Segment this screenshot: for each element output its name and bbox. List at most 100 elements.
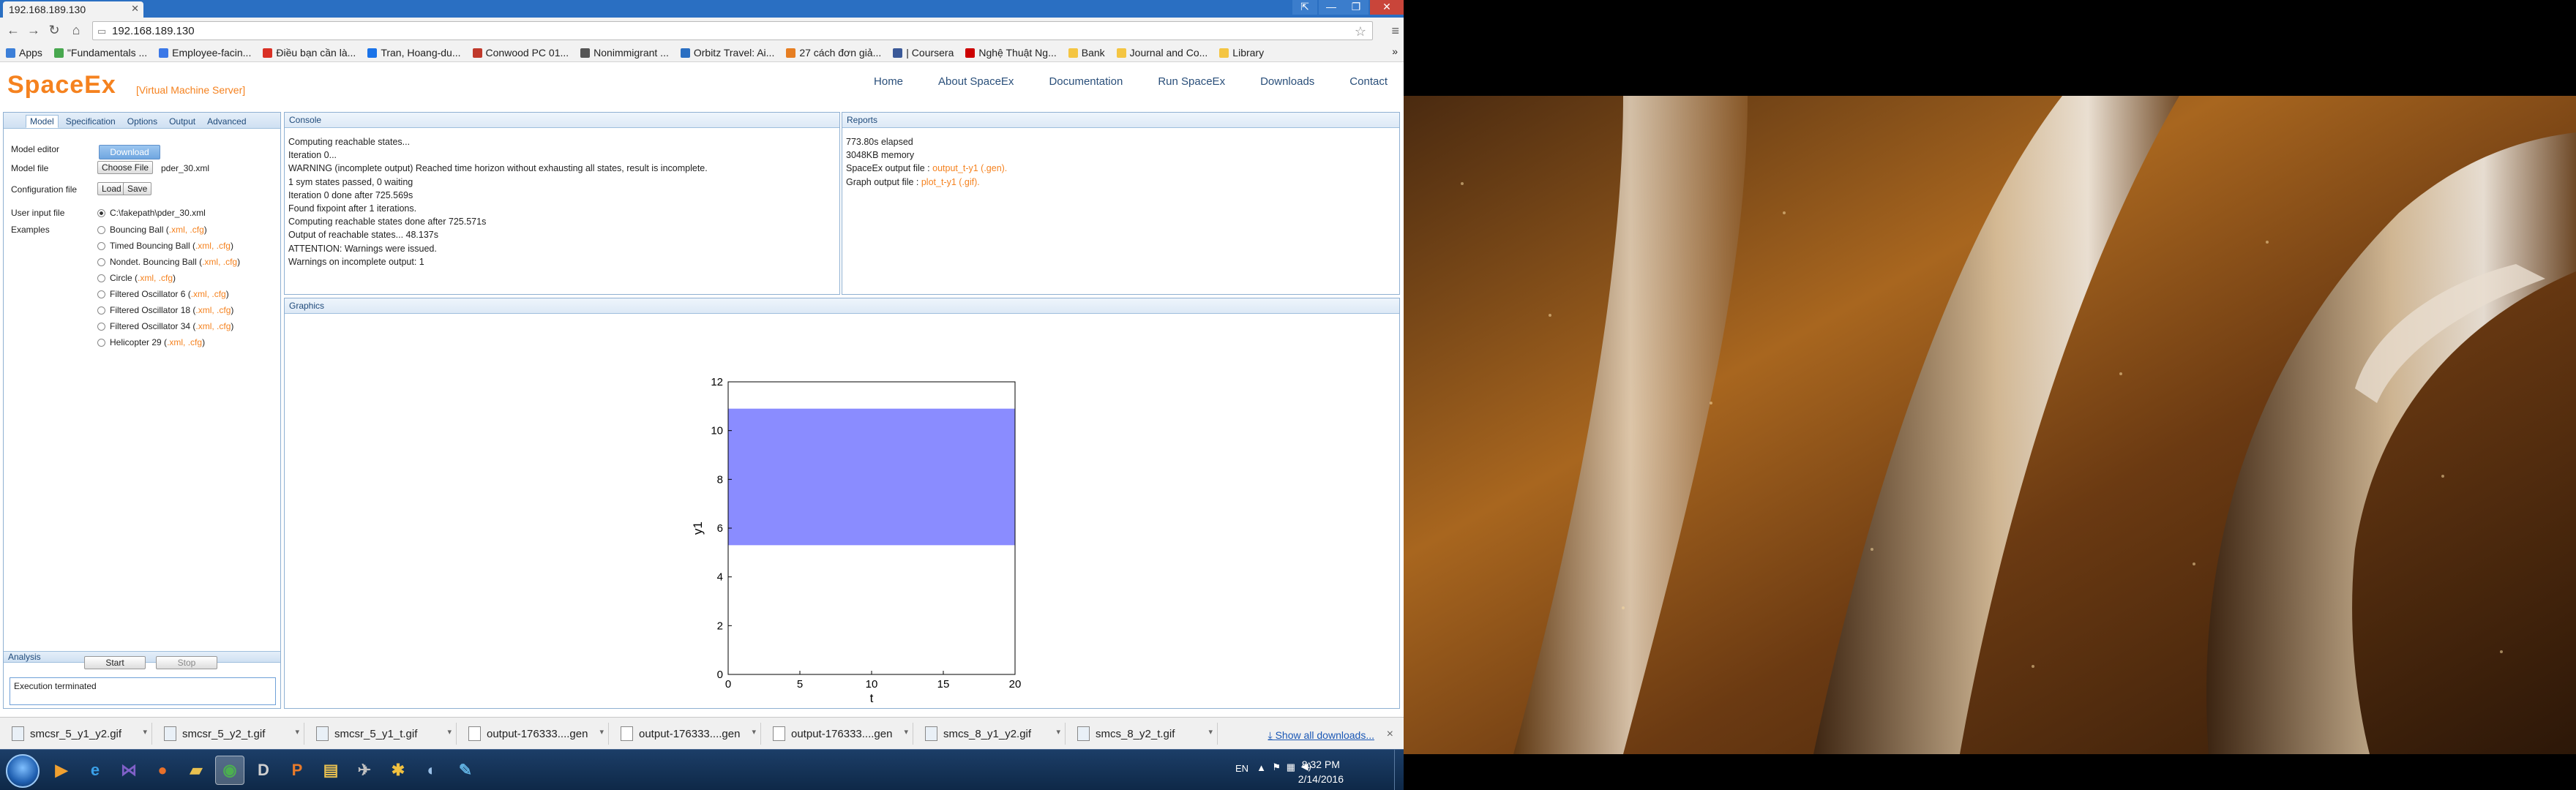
radio-icon[interactable] xyxy=(97,257,105,266)
download-item[interactable]: smcs_8_y2_t.gif ▾ xyxy=(1071,723,1218,745)
bookmark-item[interactable]: Journal and Co... xyxy=(1116,47,1208,59)
action-center-icon[interactable]: ⚑ xyxy=(1272,761,1281,773)
download-item[interactable]: smcsr_5_y2_t.gif ▾ xyxy=(158,723,304,745)
bookmark-item[interactable]: Nghệ Thuật Ng... xyxy=(965,47,1057,59)
example-links[interactable]: .xml, .cfg xyxy=(195,321,231,331)
load-button[interactable]: Load xyxy=(97,182,126,195)
clock[interactable]: 8:32 PM 2/14/2016 xyxy=(1298,757,1344,786)
star-icon[interactable]: ☆ xyxy=(1355,22,1366,41)
file-explorer-icon[interactable]: ▰ xyxy=(181,756,211,785)
user-icon[interactable]: ⇱ xyxy=(1292,0,1317,15)
download-item[interactable]: smcs_8_y1_y2.gif ▾ xyxy=(919,723,1066,745)
tray-expand-icon[interactable]: ▲ xyxy=(1257,762,1266,773)
bookmark-item[interactable]: Employee-facin... xyxy=(159,47,251,59)
media-player-icon[interactable]: ▶ xyxy=(47,756,76,785)
download-button[interactable]: Download xyxy=(99,145,160,159)
show-all-downloads-link[interactable]: ⤓ Show all downloads... xyxy=(1268,729,1375,742)
language-indicator[interactable]: EN xyxy=(1235,763,1248,774)
tab-options[interactable]: Options xyxy=(123,115,162,128)
bookmark-item[interactable]: Bank xyxy=(1068,47,1105,59)
paint-tool-icon[interactable]: ✎ xyxy=(451,756,480,785)
network-tool-icon[interactable]: ✱ xyxy=(383,756,413,785)
tab-output[interactable]: Output xyxy=(165,115,200,128)
stop-button[interactable]: Stop xyxy=(156,656,217,669)
download-menu-icon[interactable]: ▾ xyxy=(447,727,452,737)
radio-icon[interactable] xyxy=(97,290,105,298)
download-menu-icon[interactable]: ▾ xyxy=(295,727,299,737)
radio-icon[interactable] xyxy=(97,322,105,331)
maximize-button[interactable]: ❐ xyxy=(1344,0,1368,15)
radio-icon[interactable] xyxy=(97,241,105,250)
nav-link-downloads[interactable]: Downloads xyxy=(1260,75,1314,88)
folders-icon[interactable]: ▤ xyxy=(316,756,345,785)
start-button[interactable] xyxy=(6,754,40,788)
bookmarks-more-icon[interactable]: » xyxy=(1392,45,1398,57)
example-links[interactable]: .xml, .cfg xyxy=(191,289,226,299)
nav-link-contact[interactable]: Contact xyxy=(1349,75,1388,88)
bookmark-item[interactable]: | Coursera xyxy=(893,47,954,59)
download-menu-icon[interactable]: ▾ xyxy=(143,727,147,737)
radio-icon[interactable] xyxy=(97,306,105,315)
user-input-option[interactable]: C:\fakepath\pder_30.xml xyxy=(97,208,206,218)
save-button[interactable]: Save xyxy=(123,182,152,195)
example-item[interactable]: Filtered Oscillator 6 (.xml, .cfg) xyxy=(97,289,229,299)
internet-explorer-icon[interactable]: e xyxy=(80,756,110,785)
download-menu-icon[interactable]: ▾ xyxy=(752,727,756,737)
example-links[interactable]: .xml, .cfg xyxy=(202,257,237,267)
download-item[interactable]: smcsr_5_y1_t.gif ▾ xyxy=(310,723,457,745)
nav-link-about-spaceex[interactable]: About SpaceEx xyxy=(938,75,1014,88)
chrome-icon[interactable]: ◉ xyxy=(215,756,244,785)
example-links[interactable]: .xml, .cfg xyxy=(195,241,231,251)
spaceex-output-link[interactable]: output_t-y1 (.gen). xyxy=(932,163,1007,173)
example-links[interactable]: .xml, .cfg xyxy=(138,273,173,283)
bookmark-item[interactable]: Apps xyxy=(6,47,42,59)
start-button[interactable]: Start xyxy=(84,656,146,669)
example-item[interactable]: Timed Bouncing Ball (.xml, .cfg) xyxy=(97,241,233,251)
tab-model[interactable]: Model xyxy=(26,115,59,128)
forward-icon[interactable]: → xyxy=(25,23,42,38)
radio-icon[interactable] xyxy=(97,225,105,234)
network-icon[interactable]: ▦ xyxy=(1287,761,1295,773)
vm-tool-icon[interactable]: ✈ xyxy=(350,756,379,785)
example-item[interactable]: Circle (.xml, .cfg) xyxy=(97,273,176,283)
download-item[interactable]: output-176333....gen ▾ xyxy=(767,723,913,745)
tab-close-icon[interactable]: ✕ xyxy=(131,3,139,15)
example-item[interactable]: Bouncing Ball (.xml, .cfg) xyxy=(97,225,207,235)
bookmark-item[interactable]: Conwood PC 01... xyxy=(472,47,569,59)
download-bar-close-icon[interactable]: × xyxy=(1387,728,1393,741)
close-window-button[interactable]: ✕ xyxy=(1370,0,1404,15)
home-icon[interactable]: ⌂ xyxy=(67,23,85,38)
tab-advanced[interactable]: Advanced xyxy=(203,115,250,128)
browser-tab[interactable]: 192.168.189.130 ✕ xyxy=(3,1,143,18)
choose-file-button[interactable]: Choose File xyxy=(97,161,154,174)
download-item[interactable]: output-176333....gen ▾ xyxy=(463,723,609,745)
bookmark-item[interactable]: "Fundamentals ... xyxy=(53,47,147,59)
example-item[interactable]: Nondet. Bouncing Ball (.xml, .cfg) xyxy=(97,257,240,267)
example-links[interactable]: .xml, .cfg xyxy=(167,337,202,347)
dxg-tool-icon[interactable]: D xyxy=(249,756,278,785)
bookmark-item[interactable]: 27 cách đơn giả... xyxy=(786,47,881,59)
graph-output-link[interactable]: plot_t-y1 (.gif). xyxy=(921,177,980,187)
bookmark-item[interactable]: Orbitz Travel: Ai... xyxy=(680,47,774,59)
radio-icon[interactable] xyxy=(97,274,105,282)
download-menu-icon[interactable]: ▾ xyxy=(1056,727,1060,737)
visual-studio-icon[interactable]: ⋈ xyxy=(114,756,143,785)
reload-icon[interactable]: ↻ xyxy=(45,23,63,38)
firefox-icon[interactable]: ● xyxy=(148,756,177,785)
tab-specification[interactable]: Specification xyxy=(61,115,120,128)
show-desktop-button[interactable] xyxy=(1394,750,1404,790)
example-item[interactable]: Filtered Oscillator 18 (.xml, .cfg) xyxy=(97,305,233,315)
nav-link-home[interactable]: Home xyxy=(874,75,903,88)
example-links[interactable]: .xml, .cfg xyxy=(169,225,204,235)
download-menu-icon[interactable]: ▾ xyxy=(1208,727,1213,737)
nav-link-run-spaceex[interactable]: Run SpaceEx xyxy=(1158,75,1225,88)
address-bar[interactable]: ▭ 192.168.189.130 ☆ xyxy=(92,21,1373,40)
bookmark-item[interactable]: Nonimmigrant ... xyxy=(580,47,669,59)
remote-tool-icon[interactable]: ◐ xyxy=(417,756,446,785)
bookmark-item[interactable]: Library xyxy=(1219,47,1264,59)
back-icon[interactable]: ← xyxy=(4,23,22,38)
download-menu-icon[interactable]: ▾ xyxy=(599,727,604,737)
nav-link-documentation[interactable]: Documentation xyxy=(1049,75,1123,88)
download-item[interactable]: smcsr_5_y1_y2.gif ▾ xyxy=(6,723,152,745)
example-item[interactable]: Helicopter 29 (.xml, .cfg) xyxy=(97,337,205,347)
